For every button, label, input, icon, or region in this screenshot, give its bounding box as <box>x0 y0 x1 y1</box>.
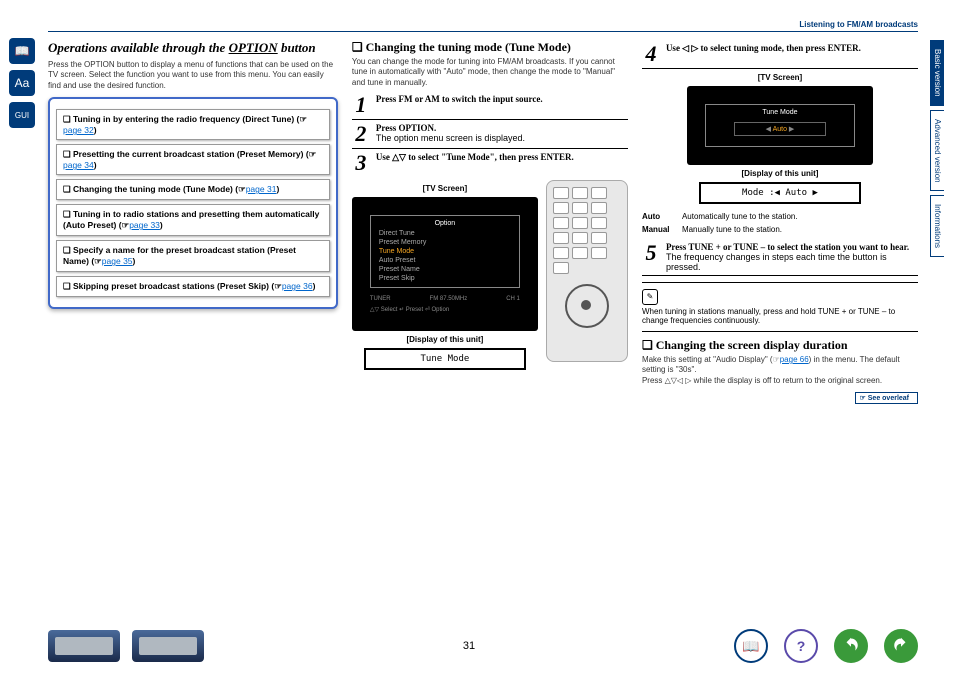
sidebar-nav-right: Basic version Advanced version Informati… <box>930 40 952 261</box>
tab-advanced[interactable]: Advanced version <box>930 110 944 192</box>
device-front-thumb[interactable] <box>48 630 120 662</box>
option-item[interactable]: ❏ Presetting the current broadcast stati… <box>56 144 330 175</box>
note-box: ✎ When tuning in stations manually, pres… <box>642 282 918 332</box>
option-item[interactable]: ❏ Skipping preset broadcast stations (Pr… <box>56 276 330 297</box>
device-thumbnails <box>48 630 204 662</box>
nav-forward-button[interactable] <box>884 629 918 663</box>
see-overleaf-button[interactable]: ☞ See overleaf <box>855 392 918 404</box>
step-4-num: 4 <box>642 43 660 65</box>
option-item[interactable]: ❏ Changing the tuning mode (Tune Mode) (… <box>56 179 330 200</box>
tv-screen-menu: OptionDirect TunePreset MemoryTune ModeA… <box>352 197 538 331</box>
step-1-text: Press FM or AM to switch the input sourc… <box>376 94 628 116</box>
tab-basic[interactable]: Basic version <box>930 40 944 106</box>
book-icon[interactable]: 📖 <box>9 38 35 64</box>
mode-table: AutoAutomatically tune to the station.Ma… <box>642 210 918 236</box>
aa-icon[interactable]: Aa <box>9 70 35 96</box>
section-title-operations: Operations available through the OPTION … <box>48 40 338 56</box>
option-item[interactable]: ❏ Tuning in by entering the radio freque… <box>56 109 330 140</box>
display-unit-label: [Display of this unit] <box>352 335 538 344</box>
nav-help-button[interactable]: ? <box>784 629 818 663</box>
subsection-tune-mode: ❏ Changing the tuning mode (Tune Mode) <box>352 40 628 55</box>
device-rear-thumb[interactable] <box>132 630 204 662</box>
subsection-display-duration: ❏ Changing the screen display duration <box>642 338 918 353</box>
step-5-text: Press TUNE + or TUNE – to select the sta… <box>666 242 918 272</box>
tune-mode-intro: You can change the mode for tuning into … <box>352 57 628 88</box>
step-1-num: 1 <box>352 94 370 116</box>
pencil-icon: ✎ <box>642 289 658 305</box>
display-duration-text: Make this setting at "Audio Display" (☞p… <box>642 355 918 386</box>
page-number: 31 <box>463 640 475 652</box>
step-3-num: 3 <box>352 152 370 174</box>
nav-contents-button[interactable]: 📖 <box>734 629 768 663</box>
tv-screen-menu-2: Tune Mode ◀ Auto ▶ <box>687 86 873 165</box>
step-2-text: Press OPTION.The option menu screen is d… <box>376 123 628 145</box>
tab-info[interactable]: Informations <box>930 195 944 257</box>
option-list: ❏ Tuning in by entering the radio freque… <box>48 97 338 309</box>
option-item[interactable]: ❏ Tuning in to radio stations and preset… <box>56 204 330 236</box>
tv-screen-label: [TV Screen] <box>352 184 538 193</box>
remote-illustration <box>546 180 628 362</box>
gui-icon[interactable]: GUI <box>9 102 35 128</box>
sidebar-nav-left: 📖 Aa GUI <box>6 32 38 134</box>
step-2-num: 2 <box>352 123 370 145</box>
step-3-text: Use △▽ to select "Tune Mode", then press… <box>376 152 628 174</box>
step-5-num: 5 <box>642 242 660 272</box>
breadcrumb: Listening to FM/AM broadcasts <box>48 20 918 32</box>
step-4-text: Use ◁ ▷ to select tuning mode, then pres… <box>666 43 918 65</box>
section-intro: Press the OPTION button to display a men… <box>48 60 338 91</box>
option-item[interactable]: ❏ Specify a name for the preset broadcas… <box>56 240 330 272</box>
lcd-display-1: Tune Mode <box>364 348 526 370</box>
lcd-display-2: Mode :◀ Auto ▶ <box>699 182 861 204</box>
nav-back-button[interactable] <box>834 629 868 663</box>
tv-screen-label-2: [TV Screen] <box>642 73 918 82</box>
display-unit-label-2: [Display of this unit] <box>642 169 918 178</box>
